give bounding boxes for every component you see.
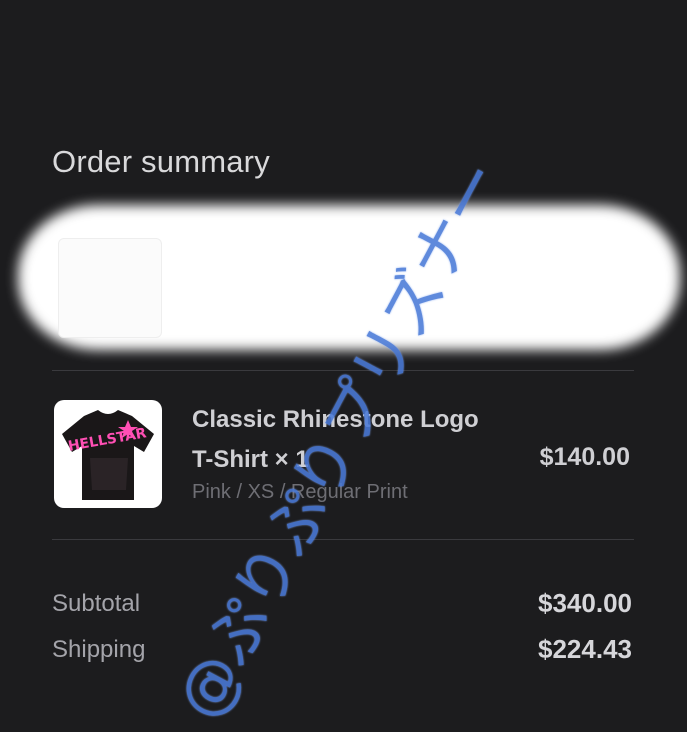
product-thumbnail[interactable]: HELLSTAR — [54, 400, 162, 508]
subtotal-label: Subtotal — [52, 590, 141, 617]
product-price: $140.00 — [539, 443, 630, 471]
subtotal-value: $340.00 — [538, 588, 632, 618]
shipping-row: Shipping $224.43 — [52, 634, 632, 670]
divider — [52, 539, 634, 540]
redacted-item-thumbnail — [58, 238, 162, 338]
subtotal-row: Subtotal $340.00 — [52, 588, 632, 624]
shipping-label: Shipping — [52, 636, 146, 663]
order-summary-title: Order summary — [52, 144, 270, 179]
shipping-value: $224.43 — [538, 634, 632, 664]
